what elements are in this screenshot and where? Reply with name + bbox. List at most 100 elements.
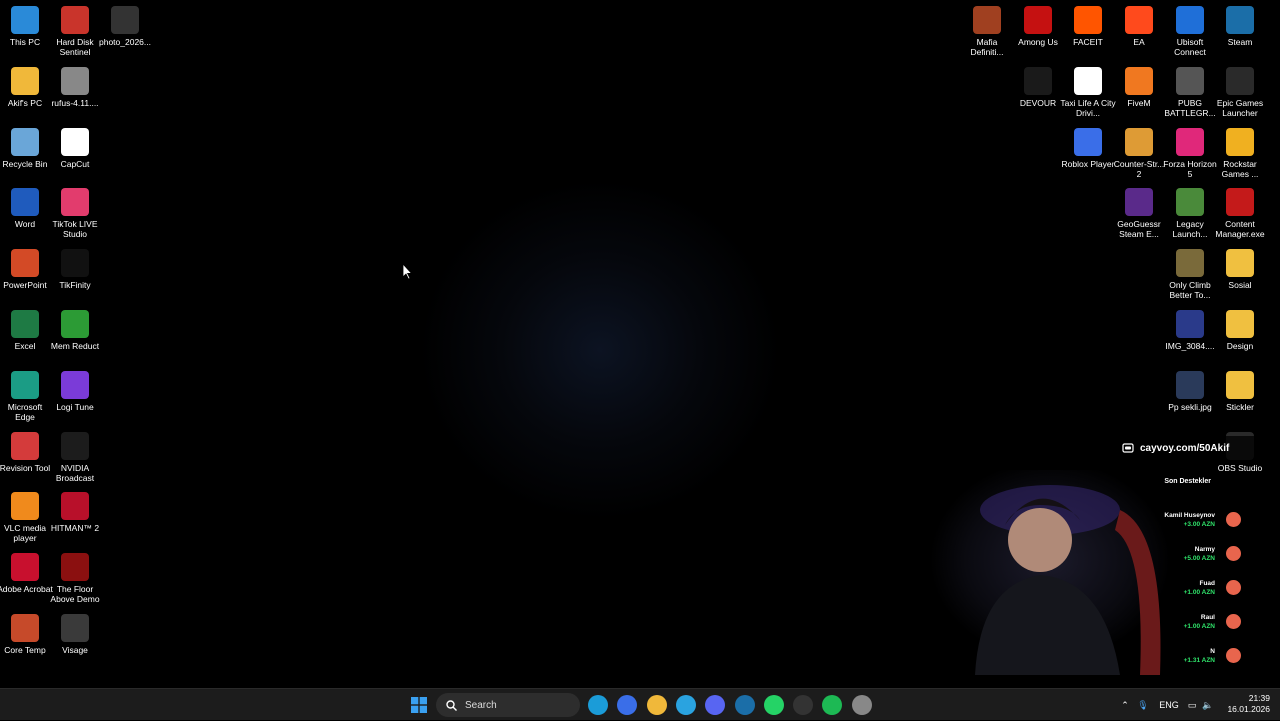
desktop-icon-label: Pp sekli.jpg: [1168, 401, 1212, 412]
desktop-icon-among-us[interactable]: Among Us: [1013, 0, 1063, 58]
desktop-icon-ubisoft[interactable]: Ubisoft Connect: [1165, 0, 1215, 58]
desktop-icon-folder[interactable]: Akif's PC: [0, 61, 50, 119]
show-hidden-icons-chevron-icon[interactable]: ⌃: [1118, 700, 1132, 711]
desktop-icon-fivem[interactable]: FiveM: [1114, 61, 1164, 119]
desktop-icon-label: Visage: [62, 645, 88, 655]
desktop-icon-vlc[interactable]: VLC media player: [0, 486, 50, 544]
desktop-icon-recycle-bin[interactable]: Recycle Bin: [0, 122, 50, 180]
desktop-icon-nvidia-broadcast[interactable]: NVIDIA Broadcast: [50, 426, 100, 484]
desktop-icon-folder[interactable]: Stickler: [1215, 365, 1265, 423]
desktop-icon-geoguessr[interactable]: GeoGuessr Steam E...: [1114, 182, 1164, 240]
desktop-icon-label: PowerPoint: [3, 280, 47, 291]
desktop-icon-epic-games[interactable]: Epic Games Launcher: [1215, 61, 1265, 119]
desktop-icon-image-file[interactable]: Pp sekli.jpg: [1165, 365, 1215, 423]
tiktok-live-icon: [61, 188, 89, 217]
desktop-icon-label: photo_2026...: [99, 37, 151, 47]
spotify-taskbar-icon[interactable]: [822, 695, 843, 715]
desktop-icon-revision-tool[interactable]: Revision Tool: [0, 426, 50, 484]
chrome-taskbar-icon[interactable]: [851, 695, 872, 715]
webcam-overlay: [880, 470, 1180, 675]
desktop-icon-label: Forza Horizon 5: [1163, 158, 1217, 179]
desktop-icon-label: EA: [1133, 37, 1145, 47]
desktop-icon-label: CapCut: [60, 158, 90, 169]
desktop-icon-roblox[interactable]: Roblox Player: [1062, 122, 1114, 180]
desktop-icon-label: Excel: [14, 341, 36, 351]
store-taskbar-icon[interactable]: [617, 695, 638, 715]
desktop-icon-pubg[interactable]: PUBG BATTLEGR...: [1164, 61, 1216, 119]
desktop-icon-visage[interactable]: Visage: [50, 608, 100, 666]
desktop-icon-content-manager[interactable]: Content Manager.exe: [1215, 182, 1265, 240]
desktop-icon-label: FACEIT: [1073, 37, 1103, 47]
supporter-name: Narmy: [1194, 546, 1215, 553]
desktop-icon-photo-file[interactable]: photo_2026...: [99, 0, 151, 58]
desktop-icon-edge[interactable]: Microsoft Edge: [0, 365, 50, 423]
language-indicator[interactable]: ENG: [1154, 700, 1184, 710]
desktop-icon-taxi-life[interactable]: Taxi Life A City Drivi...: [1060, 61, 1116, 119]
desktop-icon-rockstar[interactable]: Rockstar Games ...: [1215, 122, 1265, 180]
desktop-icon-core-temp[interactable]: Core Temp: [0, 608, 50, 666]
taskbar-clock[interactable]: 21:39 16.01.2026: [1227, 693, 1270, 715]
desktop-icon-steam[interactable]: Steam: [1215, 0, 1265, 58]
desktop-icon-image-file[interactable]: IMG_3084....: [1165, 304, 1215, 362]
desktop-icon-word[interactable]: Word: [0, 182, 50, 240]
supporter-row: Narmy +5.00 AZN: [1150, 544, 1245, 570]
folder-icon: [1226, 370, 1254, 399]
desktop-icon-tikfinity[interactable]: TikFinity: [50, 243, 100, 301]
supporter-avatar: [1226, 512, 1241, 527]
epic-taskbar-icon[interactable]: [793, 695, 814, 715]
desktop-icon-label: Counter-Str... 2: [1113, 158, 1165, 179]
network-icon[interactable]: ▭: [1184, 700, 1200, 711]
desktop-icon-powerpoint[interactable]: PowerPoint: [0, 243, 50, 301]
supporter-amount: +1.31 AZN: [1183, 657, 1215, 664]
desktop-icon-label: rufus-4.11....: [51, 97, 99, 108]
desktop-icon-forza[interactable]: Forza Horizon 5: [1163, 122, 1217, 180]
steam-taskbar-icon[interactable]: [734, 695, 755, 715]
recycle-bin-icon: [11, 127, 39, 156]
clock-date: 16.01.2026: [1227, 704, 1270, 714]
file-explorer-taskbar-icon[interactable]: [646, 695, 667, 715]
mouse-cursor: [402, 262, 413, 285]
start-button[interactable]: [409, 695, 429, 715]
desktop-icon-faceit[interactable]: FACEIT: [1063, 0, 1113, 58]
edge-taskbar-icon[interactable]: [588, 695, 608, 715]
desktop-icon-rufus[interactable]: rufus-4.11....: [50, 61, 100, 119]
desktop-icon-ea[interactable]: EA: [1114, 0, 1164, 58]
desktop-icon-label: Revision Tool: [0, 462, 51, 473]
whatsapp-taskbar-icon[interactable]: [763, 695, 784, 715]
desktop-icon-mem-reduct[interactable]: Mem Reduct: [50, 304, 100, 362]
desktop-icon-hard-disk-sentinel[interactable]: Hard Disk Sentinel: [50, 0, 100, 58]
desktop-icon-this-pc[interactable]: This PC: [0, 0, 50, 58]
desktop-icon-excel[interactable]: Excel: [0, 304, 50, 362]
discord-taskbar-icon[interactable]: [705, 695, 726, 715]
hard-disk-sentinel-icon: [61, 6, 89, 34]
desktop-icon-label: Taxi Life A City Drivi...: [1060, 97, 1116, 118]
desktop-icon-label: Word: [14, 219, 36, 230]
desktop-icon-acrobat[interactable]: Adobe Acrobat: [0, 547, 53, 605]
desktop-icon-legacy-launcher[interactable]: Legacy Launch...: [1165, 182, 1215, 240]
supporter-row: Raul +1.00 AZN: [1150, 612, 1245, 638]
content-manager-icon: [1226, 188, 1254, 217]
supporters-panel: Son Destekler Kamil Huseynov +3.00 AZN Nar…: [1150, 478, 1245, 664]
among-us-icon: [1024, 6, 1052, 34]
volume-icon[interactable]: 🔈: [1200, 700, 1216, 711]
desktop-icon-tiktok-live[interactable]: TikTok LIVE Studio: [50, 182, 100, 240]
cs2-icon: [1125, 127, 1153, 156]
desktop-icon-hitman[interactable]: HITMAN™ 2: [50, 486, 100, 544]
desktop-icon-cs2[interactable]: Counter-Str... 2: [1114, 122, 1164, 180]
desktop-icon-folder[interactable]: Design: [1215, 304, 1265, 362]
donate-link-text: cayvoy.com/50Akif: [1140, 442, 1230, 454]
desktop-icon-devour[interactable]: DEVOUR: [1013, 61, 1063, 119]
taskbar-search[interactable]: Search: [436, 693, 580, 717]
desktop-icon-label: TikTok LIVE Studio: [52, 219, 98, 240]
desktop-icon-floor-above[interactable]: The Floor Above Demo: [50, 547, 100, 605]
telegram-taskbar-icon[interactable]: [675, 695, 696, 715]
microphone-icon[interactable]: 🎙: [1132, 700, 1154, 711]
desktop-icon-only-climb[interactable]: Only Climb Better To...: [1165, 243, 1215, 301]
desktop-icon-capcut[interactable]: CapCut: [50, 122, 100, 180]
supporter-name: N: [1210, 648, 1215, 655]
desktop-icon-label: OBS Studio: [1217, 462, 1263, 473]
desktop-icon-folder[interactable]: Sosial: [1215, 243, 1265, 301]
desktop-icon-logi-tune[interactable]: Logi Tune: [50, 365, 100, 423]
supporter-name: Fuad: [1199, 580, 1215, 587]
desktop-icon-mafia[interactable]: Mafia Definiti...: [962, 0, 1012, 58]
